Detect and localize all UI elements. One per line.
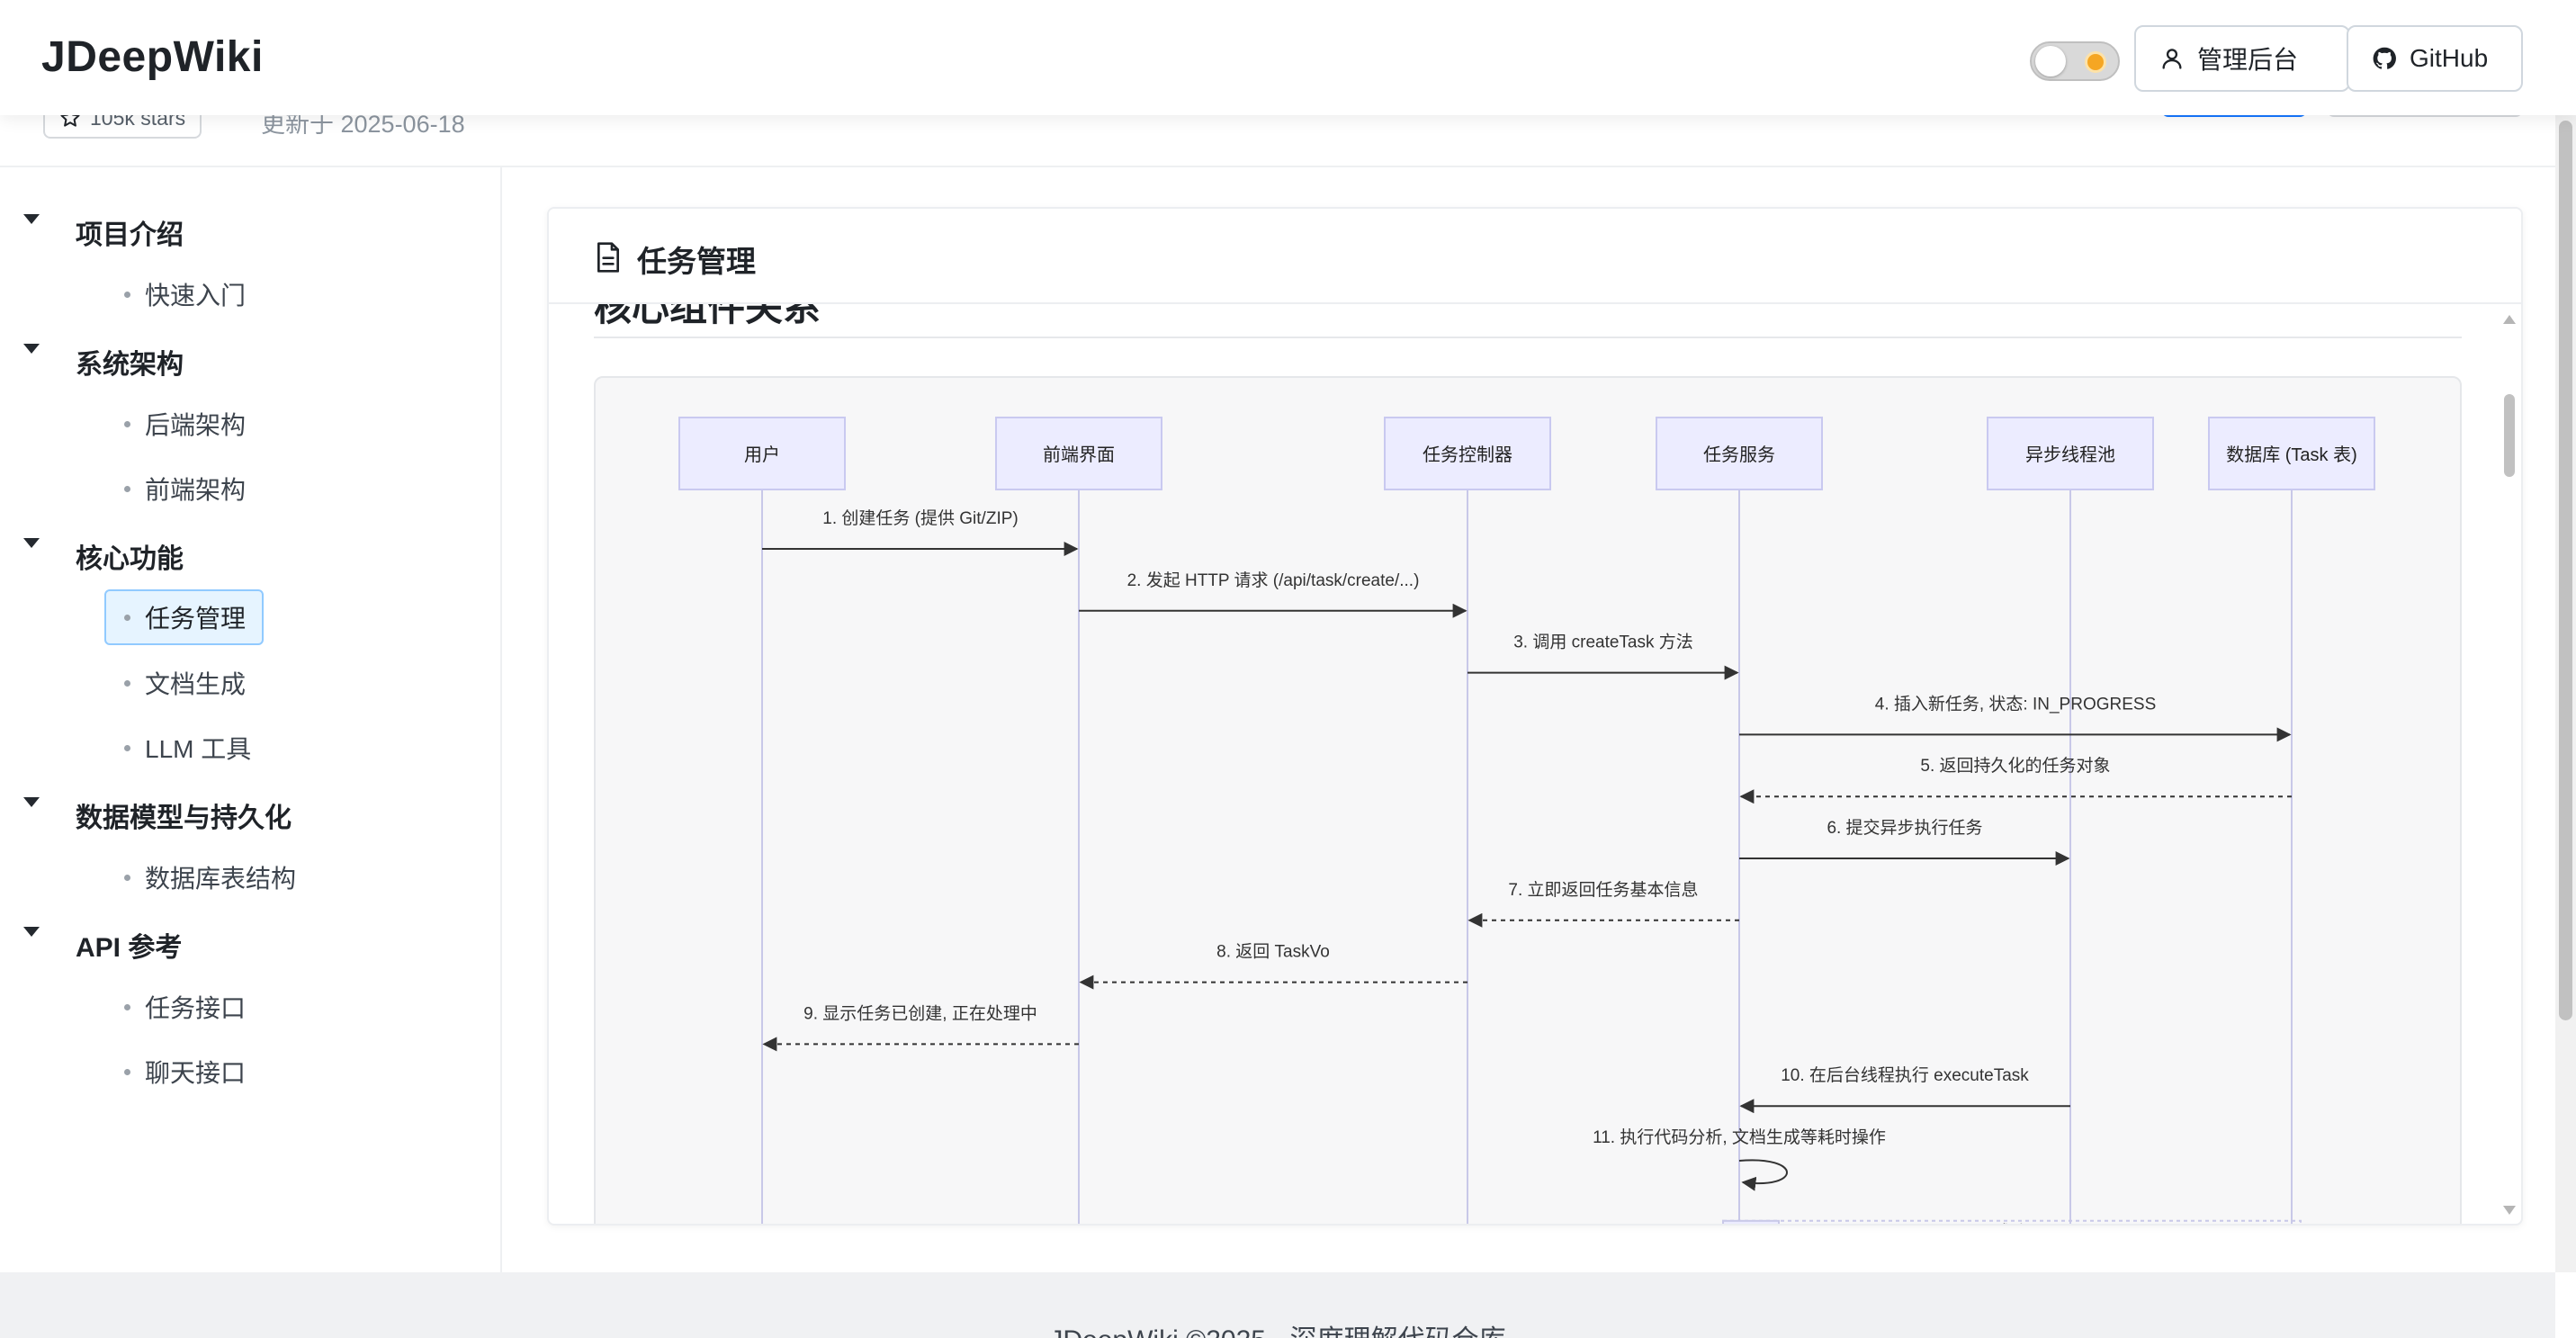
message-arrow-self — [1738, 1159, 1788, 1191]
content-scrollbar[interactable] — [2498, 304, 2521, 1224]
bullet-icon — [124, 1003, 130, 1010]
footer-text: JDeepWiki ©2025 - 深度理解代码仓库 — [0, 1317, 2555, 1338]
message-label: 10. 在后台线程执行 executeTask — [1781, 1065, 2029, 1085]
sidebar-item-task-management[interactable]: 任务管理 — [104, 589, 265, 645]
message-label: 8. 返回 TaskVo — [1216, 942, 1330, 962]
sidebar-item-doc-generation[interactable]: 文档生成 — [104, 655, 264, 711]
scroll-down-icon[interactable] — [2503, 1206, 2516, 1215]
caret-down-icon[interactable] — [23, 214, 40, 224]
participant-label: 异步线程池 — [2025, 445, 2115, 465]
top-header: JDeepWiki 管理后台 GitHub — [0, 0, 2576, 115]
sidebar-item-label: 聊天接口 — [145, 1059, 247, 1087]
participant-label: 前端界面 — [1043, 445, 1115, 465]
content-card: 任务管理 核心组件关系 用户 前端界面 任务控制器 任务服务 异步线程池 数据库 (Tas… — [547, 207, 2523, 1226]
participant-label: 任务服务 — [1703, 445, 1775, 465]
message-label: 5. 返回持久化的任务对象 — [1920, 756, 2110, 776]
bullet-icon — [124, 291, 130, 298]
app-logo[interactable]: JDeepWiki — [41, 32, 264, 82]
sidebar-item-task-api[interactable]: 任务接口 — [104, 979, 264, 1035]
section-heading: 核心组件关系 — [594, 304, 821, 328]
sidebar-section-title[interactable]: 数据模型与持久化 — [76, 795, 292, 835]
message-label: 1. 创建任务 (提供 Git/ZIP) — [822, 508, 1018, 528]
alt-label: alt — [1743, 1224, 1759, 1226]
user-icon — [2162, 49, 2182, 69]
card-body: 核心组件关系 用户 前端界面 任务控制器 任务服务 异步线程池 数据库 (Task 表) 1… — [549, 304, 2521, 1226]
sidebar-item-label: 前端架构 — [145, 476, 247, 504]
toggle-knob — [2035, 46, 2066, 76]
sun-icon — [2087, 54, 2104, 70]
sidebar-item-frontend[interactable]: 前端架构 — [104, 461, 264, 516]
caret-down-icon[interactable] — [23, 797, 40, 807]
caret-down-icon[interactable] — [23, 927, 40, 937]
bullet-icon — [124, 420, 130, 427]
participant-label: 用户 — [744, 445, 780, 465]
message-label: 7. 立即返回任务基本信息 — [1508, 880, 1698, 900]
bullet-icon — [124, 744, 130, 751]
message-label: 4. 插入新任务, 状态: IN_PROGRESS — [1875, 694, 2157, 714]
message-label: 11. 执行代码分析, 文档生成等耗时操作 — [1593, 1127, 1886, 1147]
message-label: 6. 提交异步执行任务 — [1827, 818, 1982, 838]
sidebar-item-label: 数据库表结构 — [145, 865, 297, 893]
scroll-up-icon[interactable] — [2503, 315, 2516, 324]
document-icon — [597, 242, 619, 273]
theme-toggle[interactable] — [2030, 41, 2120, 81]
admin-button[interactable]: 管理后台 — [2134, 25, 2350, 92]
sidebar-item-chat-api[interactable]: 聊天接口 — [104, 1044, 264, 1100]
sidebar-item-label: 文档生成 — [145, 670, 247, 698]
bullet-icon — [124, 485, 130, 492]
bullet-icon — [124, 679, 130, 687]
sidebar-item-quickstart[interactable]: 快速入门 — [104, 266, 264, 322]
page-scrollbar-thumb[interactable] — [2559, 121, 2572, 1020]
sequence-diagram-container: 用户 前端界面 任务控制器 任务服务 异步线程池 数据库 (Task 表) 1. 创建任务 … — [594, 376, 2462, 1226]
page-scrollbar[interactable] — [2555, 115, 2576, 1272]
sidebar-section-title[interactable]: 系统架构 — [76, 342, 184, 382]
sidebar-nav: 项目介绍 快速入门 系统架构 后端架构 前端架构 核心功能 任务管理 文档生成 … — [0, 167, 502, 1272]
github-button[interactable]: GitHub — [2347, 25, 2523, 92]
sidebar-item-llm-tools[interactable]: LLM 工具 — [104, 720, 269, 776]
message-label: 3. 调用 createTask 方法 — [1513, 633, 1693, 652]
sidebar-item-label: LLM 工具 — [145, 735, 252, 763]
message-label: 9. 显示任务已创建, 正在处理中 — [803, 1003, 1037, 1023]
page-title: 任务管理 — [637, 245, 756, 278]
sidebar-section-title[interactable]: 核心功能 — [76, 536, 184, 576]
bullet-icon — [124, 1068, 130, 1075]
heading-divider — [594, 337, 2462, 338]
message-label: 2. 发起 HTTP 请求 (/api/task/create/...) — [1127, 570, 1420, 590]
alt-condition: [成功] — [1990, 1223, 2032, 1226]
scrollbar-thumb[interactable] — [2504, 394, 2515, 477]
bullet-icon — [124, 874, 130, 881]
sidebar-section-title[interactable]: 项目介绍 — [76, 212, 184, 252]
admin-button-label: 管理后台 — [2197, 46, 2299, 74]
participant-label: 任务控制器 — [1423, 445, 1512, 465]
caret-down-icon[interactable] — [23, 538, 40, 548]
bullet-icon — [124, 614, 130, 621]
sidebar-section-title[interactable]: API 参考 — [76, 925, 182, 965]
participant-label: 数据库 (Task 表) — [2226, 445, 2357, 465]
sidebar-item-label: 任务管理 — [145, 605, 247, 633]
sidebar-item-label: 快速入门 — [145, 282, 247, 310]
sidebar-item-label: 后端架构 — [145, 411, 247, 439]
caret-down-icon[interactable] — [23, 344, 40, 354]
sidebar-item-backend[interactable]: 后端架构 — [104, 396, 264, 452]
card-header: 任务管理 — [549, 209, 2521, 304]
sequence-diagram: 用户 前端界面 任务控制器 任务服务 异步线程池 数据库 (Task 表) 1. 创建任务 … — [678, 417, 2375, 1226]
github-button-label: GitHub — [2410, 44, 2489, 72]
github-icon — [2373, 47, 2396, 69]
sidebar-item-label: 任务接口 — [145, 994, 247, 1022]
page-footer: JDeepWiki ©2025 - 深度理解代码仓库 — [0, 1272, 2555, 1338]
sidebar-item-db-schema[interactable]: 数据库表结构 — [104, 849, 314, 905]
